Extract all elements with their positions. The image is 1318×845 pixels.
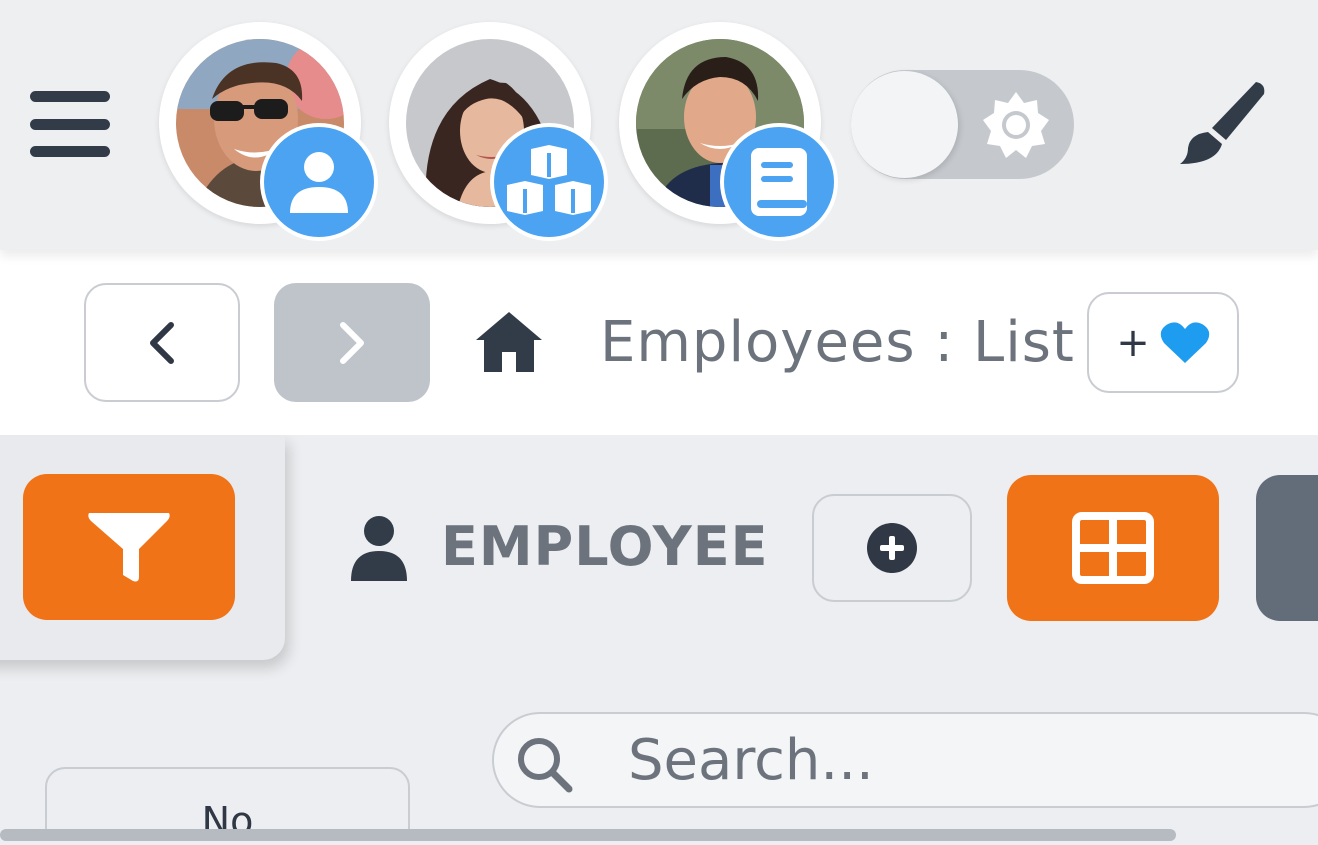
- toggle-knob: [851, 71, 958, 178]
- grid-view-icon: [1072, 512, 1154, 584]
- filter-button[interactable]: [23, 474, 235, 620]
- cubes-icon: [507, 145, 591, 215]
- book-icon: [751, 148, 807, 216]
- plus-label: +: [1116, 319, 1150, 366]
- hamburger-menu-icon[interactable]: [30, 88, 110, 160]
- theme-toggle[interactable]: [851, 70, 1074, 179]
- breadcrumb-bar: Employees : List +: [0, 250, 1318, 435]
- sun-icon: [983, 92, 1049, 158]
- breadcrumb: Employees : List: [600, 310, 1075, 375]
- chevron-right-icon: [340, 321, 364, 364]
- forward-button[interactable]: [274, 283, 430, 402]
- paintbrush-icon[interactable]: [1172, 80, 1268, 166]
- top-bar: [0, 0, 1318, 250]
- person-icon: [351, 516, 407, 581]
- avatar-user[interactable]: [389, 22, 608, 241]
- add-favorite-button[interactable]: +: [1087, 292, 1239, 393]
- back-button[interactable]: [84, 283, 240, 402]
- funnel-icon: [88, 513, 170, 582]
- search-input[interactable]: [628, 724, 1318, 796]
- chevron-left-icon: [150, 321, 174, 364]
- add-employee-button[interactable]: [812, 494, 972, 602]
- search-bar[interactable]: [492, 712, 1318, 808]
- user-icon: [290, 152, 348, 213]
- search-icon: [518, 738, 573, 793]
- avatar-badge: [260, 123, 378, 241]
- avatar-user[interactable]: [619, 22, 838, 241]
- avatar-badge: [490, 123, 608, 241]
- heart-icon: [1160, 321, 1209, 363]
- grid-view-button[interactable]: [1007, 475, 1219, 621]
- plus-circle-icon: [867, 523, 917, 573]
- section-title: EMPLOYEE: [441, 515, 769, 578]
- scrollbar-thumb[interactable]: [0, 829, 1176, 841]
- more-button[interactable]: [1256, 475, 1318, 621]
- avatar-user[interactable]: [159, 22, 378, 241]
- avatar-badge: [720, 123, 838, 241]
- home-icon[interactable]: [474, 310, 544, 374]
